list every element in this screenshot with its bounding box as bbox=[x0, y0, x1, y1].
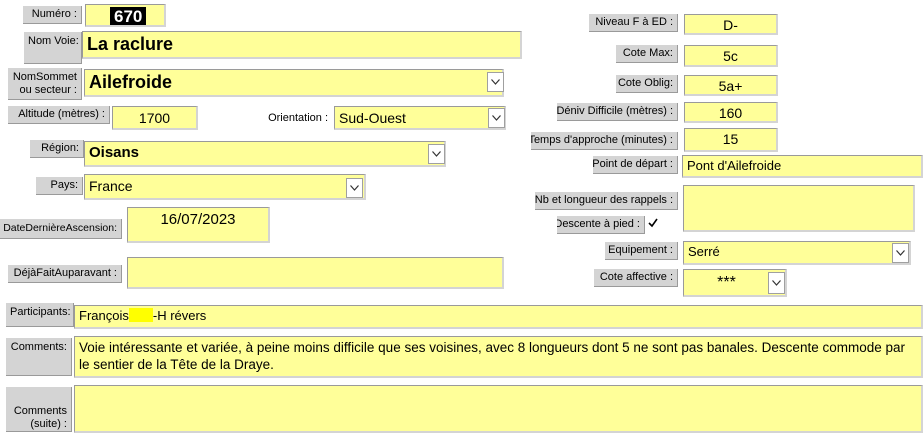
nom-sommet-field[interactable]: Ailefroide bbox=[84, 69, 504, 97]
region-label: Région: bbox=[30, 140, 84, 158]
cote-max-field[interactable]: 5c bbox=[684, 45, 778, 67]
nom-voie-label: Nom Voie: bbox=[24, 32, 82, 64]
participants-value-start: François bbox=[79, 308, 129, 323]
comments-label: Comments: bbox=[6, 338, 72, 376]
deja-fait-label: DéjàFaitAuparavant : bbox=[8, 265, 122, 283]
depart-label: Point de départ : bbox=[593, 156, 678, 174]
pays-field[interactable]: France bbox=[84, 174, 366, 200]
approche-field[interactable]: 15 bbox=[684, 128, 778, 152]
chevron-down-icon bbox=[772, 280, 781, 286]
deniv-field[interactable]: 160 bbox=[684, 102, 778, 123]
comments-suite-label-line1: Comments bbox=[13, 405, 67, 417]
region-field[interactable]: Oisans bbox=[84, 141, 446, 167]
date-derniere-field[interactable]: 16/07/2023 bbox=[127, 207, 270, 243]
pays-label: Pays: bbox=[36, 177, 83, 195]
numero-field[interactable]: 670 bbox=[85, 4, 166, 27]
chevron-down-icon bbox=[492, 115, 501, 121]
cote-affective-label: Cote affective : bbox=[594, 269, 678, 287]
comments-suite-label-line2: (suite) : bbox=[30, 418, 67, 430]
cote-oblig-field[interactable]: 5a+ bbox=[684, 75, 778, 96]
date-derniere-label: DateDernièreAscension: bbox=[0, 219, 122, 239]
nom-sommet-label-line2: ou secteur : bbox=[19, 83, 77, 96]
numero-value: 670 bbox=[110, 7, 147, 25]
deniv-label: Déniv Difficile (mètres) : bbox=[557, 103, 678, 121]
equipement-field[interactable]: Serré bbox=[683, 241, 911, 265]
equipement-label: Equipement : bbox=[605, 242, 678, 260]
redaction-mask bbox=[128, 308, 153, 322]
chevron-down-icon bbox=[491, 79, 500, 85]
participants-value-end: -H révers bbox=[152, 308, 207, 323]
orientation-field[interactable]: Sud-Ouest bbox=[334, 106, 506, 130]
cote-oblig-label: Cote Oblig: bbox=[616, 75, 678, 93]
altitude-label: Altitude (mètres) : bbox=[8, 106, 110, 124]
orientation-dropdown-button[interactable] bbox=[488, 108, 505, 128]
cote-max-label: Cote Max: bbox=[616, 45, 678, 63]
comments-suite-field[interactable] bbox=[74, 385, 923, 433]
niveau-field[interactable]: D- bbox=[684, 14, 778, 35]
descente-checkbox[interactable] bbox=[647, 217, 659, 229]
niveau-label: Niveau F à ED : bbox=[589, 14, 678, 32]
nom-voie-field[interactable]: La raclure bbox=[82, 31, 522, 59]
chevron-down-icon bbox=[432, 151, 441, 157]
nom-sommet-dropdown-button[interactable] bbox=[487, 72, 504, 92]
altitude-field[interactable]: 1700 bbox=[112, 106, 198, 130]
comments-field[interactable]: Voie intéressante et variée, à peine moi… bbox=[74, 336, 923, 378]
numero-label: Numéro : bbox=[23, 6, 82, 24]
deja-fait-field[interactable] bbox=[127, 257, 504, 289]
descente-label: Descente à pied : bbox=[557, 216, 645, 234]
cote-affective-dropdown-button[interactable] bbox=[768, 272, 785, 294]
region-dropdown-button[interactable] bbox=[428, 144, 445, 164]
pays-dropdown-button[interactable] bbox=[346, 178, 363, 198]
nom-sommet-label-line1: NomSommet bbox=[12, 70, 77, 83]
rappels-field[interactable] bbox=[683, 185, 915, 232]
nom-sommet-label: NomSommet ou secteur : bbox=[8, 68, 82, 100]
approche-label: Temps d'approche (minutes) : bbox=[531, 132, 678, 150]
orientation-label: Orientation : bbox=[268, 111, 328, 124]
depart-field[interactable]: Pont d'Ailefroide bbox=[682, 155, 923, 178]
chevron-down-icon bbox=[896, 250, 905, 256]
participants-label: Participants: bbox=[6, 303, 74, 327]
chevron-down-icon bbox=[350, 185, 359, 191]
participants-field[interactable]: François -H révers bbox=[74, 305, 923, 329]
comments-suite-label: Comments (suite) : bbox=[6, 387, 72, 432]
rappels-label: Nb et longueur des rappels : bbox=[535, 192, 678, 210]
check-icon bbox=[648, 218, 658, 228]
equipement-dropdown-button[interactable] bbox=[892, 243, 909, 263]
